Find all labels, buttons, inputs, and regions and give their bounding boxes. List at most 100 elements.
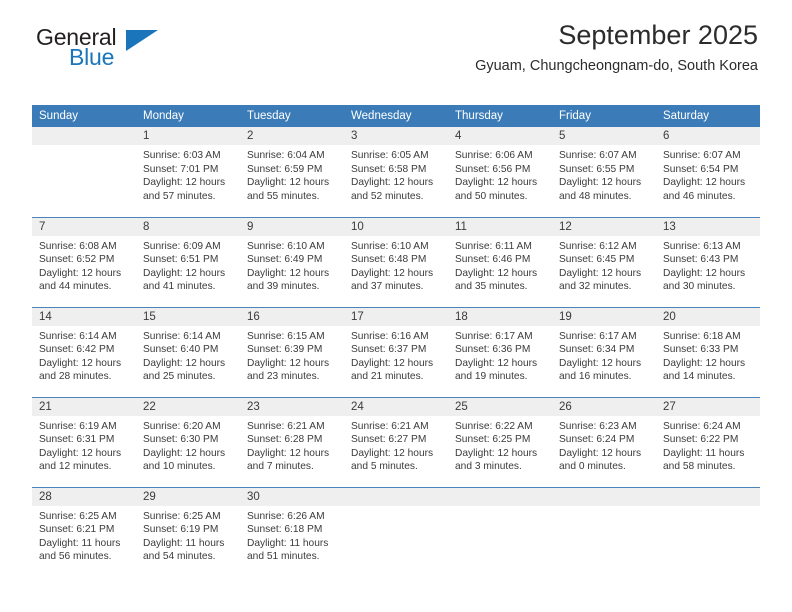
calendar-day-cell[interactable]: 29 Sunrise: 6:25 AM Sunset: 6:19 PM Dayligh…: [136, 486, 240, 577]
sunrise-text: Sunrise: 6:17 AM: [455, 330, 533, 342]
day-number: 6: [656, 127, 760, 145]
calendar-day-cell[interactable]: 11 Sunrise: 6:11 AM Sunset: 6:46 PM Dayligh…: [448, 216, 552, 307]
weekday-header-tuesday: Tuesday: [240, 105, 344, 127]
daylight-text-line2: and 41 minutes.: [143, 281, 216, 293]
daylight-text-line1: Daylight: 11 hours: [143, 537, 225, 549]
calendar-day-cell[interactable]: 19 Sunrise: 6:17 AM Sunset: 6:34 PM Dayligh…: [552, 306, 656, 397]
sunrise-text: Sunrise: 6:03 AM: [143, 150, 221, 161]
calendar-cell-empty: [656, 486, 760, 577]
sunset-text: Sunset: 6:28 PM: [247, 434, 323, 446]
daylight-text-line2: and 23 minutes.: [247, 371, 320, 383]
calendar-day-cell[interactable]: 16 Sunrise: 6:15 AM Sunset: 6:39 PM Dayligh…: [240, 306, 344, 397]
sunrise-text: Sunrise: 6:04 AM: [247, 150, 325, 161]
sunset-text: Sunset: 6:21 PM: [39, 524, 115, 536]
day-details: Sunrise: 6:18 AM Sunset: 6:33 PM Daylight:…: [656, 326, 760, 384]
triangle-icon: [126, 30, 158, 51]
day-number: 5: [552, 127, 656, 145]
calendar-day-cell[interactable]: 9 Sunrise: 6:10 AM Sunset: 6:49 PM Daylight…: [240, 216, 344, 307]
page-subtitle: Gyuam, Chungcheongnam-do, South Korea: [475, 58, 758, 75]
sunrise-text: Sunrise: 6:13 AM: [663, 240, 741, 252]
calendar-day-cell[interactable]: 4 Sunrise: 6:06 AM Sunset: 6:56 PM Daylight…: [448, 127, 552, 217]
calendar-day-cell[interactable]: 24 Sunrise: 6:21 AM Sunset: 6:27 PM Dayligh…: [344, 396, 448, 487]
calendar-day-cell[interactable]: 6 Sunrise: 6:07 AM Sunset: 6:54 PM Daylight…: [656, 127, 760, 217]
calendar-body: 1 Sunrise: 6:03 AM Sunset: 7:01 PM Daylight…: [32, 127, 760, 577]
weekday-header-saturday: Saturday: [656, 105, 760, 127]
day-details: Sunrise: 6:07 AM Sunset: 6:54 PM Daylight:…: [656, 145, 760, 203]
day-number: 1: [136, 127, 240, 145]
calendar-day-cell[interactable]: 7 Sunrise: 6:08 AM Sunset: 6:52 PM Daylight…: [32, 216, 136, 307]
daylight-text-line2: and 51 minutes.: [247, 551, 320, 563]
calendar-day-cell[interactable]: 14 Sunrise: 6:14 AM Sunset: 6:42 PM Dayligh…: [32, 306, 136, 397]
day-details: Sunrise: 6:24 AM Sunset: 6:22 PM Daylight:…: [656, 416, 760, 474]
daylight-text-line1: Daylight: 12 hours: [455, 447, 538, 459]
daylight-text-line1: Daylight: 11 hours: [247, 537, 329, 549]
day-number: 26: [552, 397, 656, 416]
calendar-day-cell[interactable]: 20 Sunrise: 6:18 AM Sunset: 6:33 PM Dayligh…: [656, 306, 760, 397]
calendar-day-cell[interactable]: 8 Sunrise: 6:09 AM Sunset: 6:51 PM Daylight…: [136, 216, 240, 307]
calendar-day-cell[interactable]: 26 Sunrise: 6:23 AM Sunset: 6:24 PM Dayligh…: [552, 396, 656, 487]
day-details: Sunrise: 6:23 AM Sunset: 6:24 PM Daylight:…: [552, 416, 656, 474]
calendar-day-cell[interactable]: 5 Sunrise: 6:07 AM Sunset: 6:55 PM Daylight…: [552, 127, 656, 217]
calendar-week-row: 1 Sunrise: 6:03 AM Sunset: 7:01 PM Daylight…: [32, 127, 760, 217]
page-header: General Blue September 2025 Gyuam, Chung…: [32, 0, 760, 74]
weekday-header-sunday: Sunday: [32, 105, 136, 127]
day-details: Sunrise: 6:04 AM Sunset: 6:59 PM Daylight:…: [240, 145, 344, 203]
calendar-day-cell[interactable]: 22 Sunrise: 6:20 AM Sunset: 6:30 PM Dayligh…: [136, 396, 240, 487]
daylight-text-line2: and 5 minutes.: [351, 461, 418, 473]
sunset-text: Sunset: 6:22 PM: [663, 434, 739, 446]
daylight-text-line2: and 50 minutes.: [455, 190, 528, 202]
sunset-text: Sunset: 6:33 PM: [663, 344, 739, 356]
sunset-text: Sunset: 6:55 PM: [559, 163, 635, 175]
sunset-text: Sunset: 6:58 PM: [351, 163, 427, 175]
sunrise-text: Sunrise: 6:12 AM: [559, 240, 637, 252]
logo[interactable]: General Blue: [36, 26, 216, 74]
daylight-text-line1: Daylight: 12 hours: [143, 267, 226, 279]
daylight-text-line2: and 12 minutes.: [39, 461, 112, 473]
calendar-day-cell[interactable]: 10 Sunrise: 6:10 AM Sunset: 6:48 PM Dayligh…: [344, 216, 448, 307]
calendar-day-cell[interactable]: 21 Sunrise: 6:19 AM Sunset: 6:31 PM Dayligh…: [32, 396, 136, 487]
weekday-header-wednesday: Wednesday: [344, 105, 448, 127]
daylight-text-line1: Daylight: 12 hours: [455, 177, 538, 189]
calendar-day-cell[interactable]: 23 Sunrise: 6:21 AM Sunset: 6:28 PM Dayligh…: [240, 396, 344, 487]
calendar-day-cell[interactable]: 12 Sunrise: 6:12 AM Sunset: 6:45 PM Dayligh…: [552, 216, 656, 307]
calendar-day-cell[interactable]: 13 Sunrise: 6:13 AM Sunset: 6:43 PM Dayligh…: [656, 216, 760, 307]
sunrise-text: Sunrise: 6:16 AM: [351, 330, 429, 342]
sunset-text: Sunset: 6:46 PM: [455, 254, 531, 266]
calendar-day-cell[interactable]: 3 Sunrise: 6:05 AM Sunset: 6:58 PM Daylight…: [344, 127, 448, 217]
calendar-day-cell[interactable]: 1 Sunrise: 6:03 AM Sunset: 7:01 PM Daylight…: [136, 127, 240, 217]
day-details: Sunrise: 6:25 AM Sunset: 6:19 PM Daylight:…: [136, 506, 240, 564]
sunrise-text: Sunrise: 6:15 AM: [247, 330, 325, 342]
calendar-day-cell[interactable]: 2 Sunrise: 6:04 AM Sunset: 6:59 PM Daylight…: [240, 127, 344, 217]
calendar-day-cell[interactable]: 27 Sunrise: 6:24 AM Sunset: 6:22 PM Dayligh…: [656, 396, 760, 487]
day-number: 2: [240, 127, 344, 145]
calendar-day-cell[interactable]: 18 Sunrise: 6:17 AM Sunset: 6:36 PM Dayligh…: [448, 306, 552, 397]
day-number: 23: [240, 397, 344, 416]
daylight-text-line1: Daylight: 12 hours: [143, 447, 226, 459]
daylight-text-line1: Daylight: 12 hours: [351, 447, 434, 459]
calendar-day-cell[interactable]: 25 Sunrise: 6:22 AM Sunset: 6:25 PM Dayligh…: [448, 396, 552, 487]
day-number: 4: [448, 127, 552, 145]
daylight-text-line1: Daylight: 12 hours: [143, 357, 226, 369]
weekday-header-thursday: Thursday: [448, 105, 552, 127]
day-details: Sunrise: 6:19 AM Sunset: 6:31 PM Daylight:…: [32, 416, 136, 474]
day-number: 10: [344, 217, 448, 236]
sunset-text: Sunset: 6:43 PM: [663, 254, 739, 266]
sunrise-text: Sunrise: 6:06 AM: [455, 150, 533, 161]
calendar-day-cell[interactable]: 30 Sunrise: 6:26 AM Sunset: 6:18 PM Dayligh…: [240, 486, 344, 577]
sunrise-text: Sunrise: 6:10 AM: [351, 240, 429, 252]
sunset-text: Sunset: 6:45 PM: [559, 254, 635, 266]
calendar-day-cell[interactable]: 17 Sunrise: 6:16 AM Sunset: 6:37 PM Dayligh…: [344, 306, 448, 397]
day-number: 12: [552, 217, 656, 236]
sunrise-text: Sunrise: 6:19 AM: [39, 420, 117, 432]
daylight-text-line2: and 48 minutes.: [559, 190, 632, 202]
calendar-week-row: 7 Sunrise: 6:08 AM Sunset: 6:52 PM Daylight…: [32, 216, 760, 307]
daylight-text-line1: Daylight: 12 hours: [39, 447, 122, 459]
day-details: Sunrise: 6:21 AM Sunset: 6:27 PM Daylight:…: [344, 416, 448, 474]
calendar-day-cell[interactable]: 15 Sunrise: 6:14 AM Sunset: 6:40 PM Dayligh…: [136, 306, 240, 397]
calendar-day-cell[interactable]: 28 Sunrise: 6:25 AM Sunset: 6:21 PM Dayligh…: [32, 486, 136, 577]
daylight-text-line2: and 30 minutes.: [663, 281, 736, 293]
day-details: Sunrise: 6:14 AM Sunset: 6:40 PM Daylight:…: [136, 326, 240, 384]
day-details: Sunrise: 6:16 AM Sunset: 6:37 PM Daylight:…: [344, 326, 448, 384]
day-number: 17: [344, 307, 448, 326]
sunrise-text: Sunrise: 6:21 AM: [351, 420, 429, 432]
